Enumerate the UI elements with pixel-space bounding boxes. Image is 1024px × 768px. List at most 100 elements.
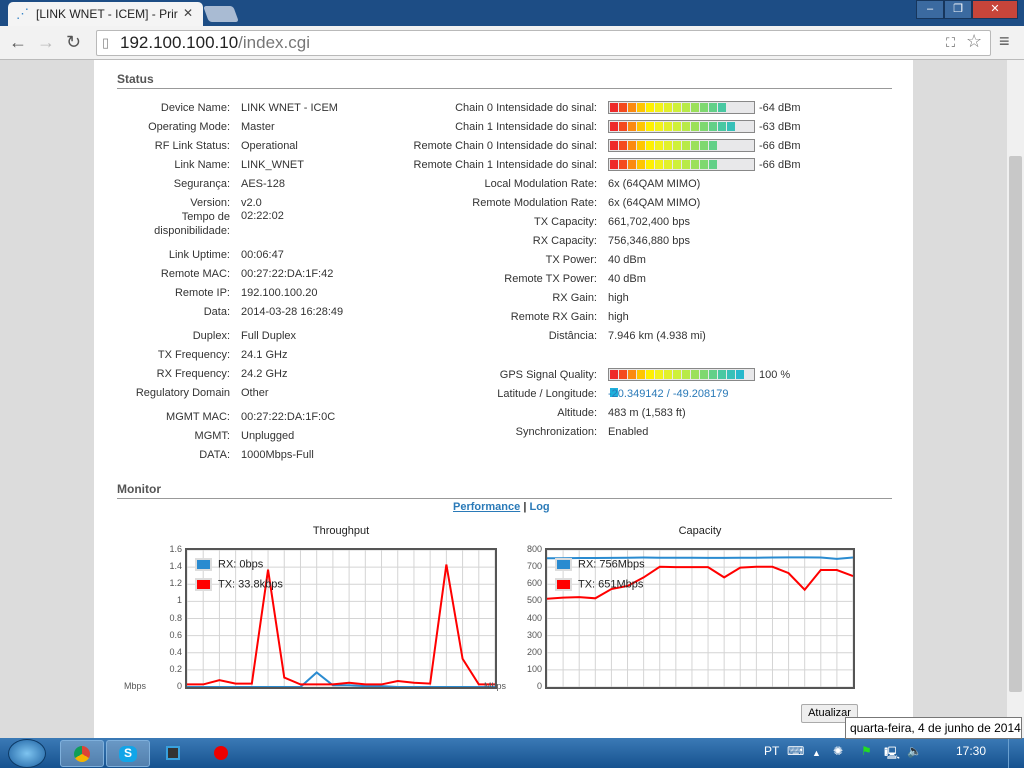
gps-label: GPS Signal Quality: [499,369,597,381]
signal-segment [664,122,672,131]
signal-segment [610,370,618,379]
taskbar-chrome[interactable] [60,740,104,767]
status-value: 40 dBm [608,254,646,266]
signal-segment [637,160,645,169]
start-button[interactable] [8,739,46,768]
flag-icon[interactable]: ⚑ [861,744,872,758]
legend-swatch [195,558,212,571]
show-hidden-icons[interactable]: ▲ [812,748,821,758]
clock[interactable]: 17:30 [956,744,986,758]
signal-segment [709,122,717,131]
signal-segment [610,141,618,150]
y-axis-label: Mbps [483,681,506,691]
app-icon[interactable] [166,746,180,760]
forward-icon[interactable]: → [37,32,55,53]
status-label: Remote RX Gain: [510,311,597,323]
performance-link[interactable]: Performance [453,501,520,513]
minimize-button[interactable]: – [916,0,944,19]
translate-icon[interactable]: ⛶ [946,35,955,51]
signal-segment [727,370,735,379]
y-tick-label: 400 [526,612,542,623]
signal-segment [664,370,672,379]
volume-icon[interactable]: 🔈 [907,744,922,758]
signal-segment [637,103,645,112]
close-window-button[interactable]: ✕ [972,0,1018,19]
y-tick-label: 1.2 [169,578,182,589]
signal-segment [655,160,663,169]
status-label: Remote TX Power: [504,273,597,285]
y-tick-label: 100 [526,663,542,674]
status-value: 02:22:02 [241,210,284,222]
record-icon[interactable] [214,746,228,760]
signal-segment [610,122,618,131]
close-tab-icon[interactable]: ✕ [183,6,193,20]
signal-label: Remote Chain 0 Intensidade do sinal: [413,140,597,152]
signal-segment [700,370,708,379]
signal-segment [718,370,726,379]
language-indicator[interactable]: PT [764,744,779,758]
show-desktop-button[interactable] [1008,739,1024,768]
signal-value: -66 dBm [759,159,801,171]
menu-icon[interactable]: ≡ [999,31,1010,52]
back-icon[interactable]: ← [9,32,27,53]
status-value: Enabled [608,426,649,438]
signal-strength-bar [608,101,755,114]
signal-segment [673,122,681,131]
bookmark-star-icon[interactable]: ☆ [966,31,982,52]
signal-segment [655,141,663,150]
signal-segment [610,103,618,112]
status-value: v2.0 [241,197,262,209]
page-icon: ▯ [102,35,110,50]
status-label: Segurança: [173,178,230,190]
signal-segment [709,103,717,112]
y-tick-label: 1.4 [169,561,182,572]
signal-segment [664,103,672,112]
browser-tab[interactable]: [LINK WNET - ICEM] - Prir [8,2,203,26]
signal-segment [736,160,744,169]
maximize-button[interactable]: ❐ [944,0,972,19]
coordinates-link[interactable]: -20.349142 / -49.208179 [608,388,729,400]
taskbar-skype[interactable]: S [106,740,150,767]
status-value: 24.1 GHz [241,349,288,361]
legend-label: RX: 756Mbps [578,558,645,571]
signal-segment [637,122,645,131]
aperture-icon[interactable]: ✺ [833,744,843,758]
y-axis-label: Mbps [123,681,146,691]
series-line-rx [187,671,495,688]
status-value: 00:27:22:DA:1F:42 [241,268,334,280]
status-value: LINK WNET - ICEM [241,102,338,114]
signal-segment [700,160,708,169]
y-tick-label: 1.6 [169,544,182,554]
address-bar[interactable]: 192.100.100.10/index.cgi [96,30,991,56]
status-value: 00:06:47 [241,249,284,261]
new-tab-button[interactable] [203,6,239,22]
signal-segment [736,103,744,112]
reload-icon[interactable]: ↻ [66,32,81,53]
legend-label: TX: 651Mbps [578,578,644,591]
scrollbar-thumb[interactable] [1009,156,1022,692]
status-label: Remote IP: [174,287,230,299]
signal-segment [619,160,627,169]
status-value: 24.2 GHz [241,368,288,380]
status-value: Other [241,387,269,399]
legend-swatch [555,558,572,571]
legend-item: TX: 651Mbps [555,578,643,591]
status-label: Link Uptime: [168,249,230,261]
signal-segment [727,141,735,150]
monitor-heading: Monitor [117,482,892,499]
status-value: 6x (64QAM MIMO) [608,197,701,209]
network-icon[interactable]: 🖳 [884,744,900,765]
signal-segment [628,141,636,150]
signal-segment [664,141,672,150]
keyboard-icon[interactable]: ⌨ [787,744,804,758]
signal-segment [646,141,654,150]
log-link[interactable]: Log [529,501,549,513]
status-value: 40 dBm [608,273,646,285]
legend-item: TX: 33.8kbps [195,578,283,591]
signal-segment [709,370,717,379]
signal-segment [691,141,699,150]
skype-icon: S [119,746,137,762]
url-path: /index.cgi [238,33,310,52]
y-tick-label: 0.8 [169,612,182,623]
signal-segment [718,103,726,112]
